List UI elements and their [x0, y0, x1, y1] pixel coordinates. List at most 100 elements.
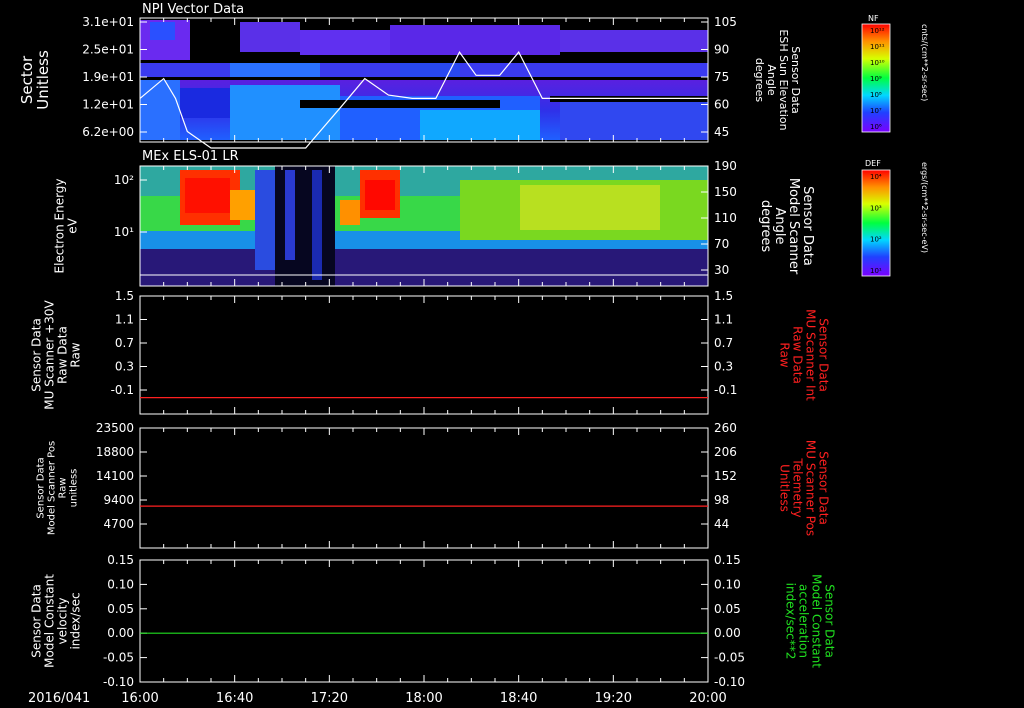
axis-label-line: degrees — [758, 200, 773, 253]
y-tick-label: -0.05 — [714, 651, 745, 665]
y-tick-label: 30 — [714, 263, 729, 277]
axis-label-line: velocity — [56, 598, 70, 645]
axis-label-line: Model Constant — [43, 574, 57, 668]
colorbar-def: DEF 10⁴ 10³ 10² 10¹ ergs/(cm**2-sr-sec-eV) — [861, 159, 929, 277]
panel-npi: NPI Vector Data 3.1e+012.5e+011.9e+011.2… — [18, 2, 802, 149]
axis-label-line: MU Scanner Pos — [804, 440, 818, 536]
panel-line-1: 1.5 1.1 0.7 0.3 -0.1 1.5 1.1 0.7 0.3 -0.1 Sensor D… — [30, 289, 831, 415]
y-tick-label: 0.05 — [714, 602, 741, 616]
right-axis-label: Sensor DataMU Scanner PosTelemetryUnitle… — [778, 440, 831, 536]
time-label: 16:40 — [216, 691, 253, 706]
y-tick-label: 3.1e+01 — [82, 15, 134, 29]
y-tick-label: -0.10 — [714, 675, 745, 689]
colorbar-tick-label: 10³ — [870, 204, 882, 212]
axis-label-line: eV — [66, 217, 80, 233]
line-panels: 1.5 1.1 0.7 0.3 -0.1 1.5 1.1 0.7 0.3 -0.1 Sensor D… — [30, 289, 837, 689]
colorbar-tick-label: 10⁴ — [870, 173, 882, 181]
axis-label-line: Sensor Data — [30, 318, 44, 392]
colorbar-tick-label: 10¹² — [870, 27, 885, 35]
y-tick-label: 0.00 — [714, 626, 741, 640]
axis-label-line: Sensor Data — [36, 457, 47, 518]
y-tick-label: 60 — [714, 98, 729, 112]
y-tick-label: -0.10 — [103, 675, 134, 689]
y-tick-label: 110 — [714, 211, 737, 225]
axis-label-line: Sensor Data — [817, 451, 831, 525]
y-tick-label: 14100 — [96, 469, 134, 483]
colorbar-tick-label: 10¹ — [870, 267, 882, 275]
y-tick-label: -0.1 — [111, 383, 134, 397]
colorbar-tick-label: 10⁶ — [870, 123, 882, 131]
y-tick-label: 1.5 — [115, 289, 134, 303]
time-label: 18:40 — [500, 691, 537, 706]
y-tick-label: 10² — [114, 173, 134, 187]
axis-label-line: Unitless — [778, 464, 792, 512]
colorbar-tick-label: 10¹¹ — [870, 43, 885, 51]
time-label: 17:20 — [311, 691, 348, 706]
time-label: 16:00 — [121, 691, 158, 706]
y-tick-label: 90 — [714, 43, 729, 57]
axis-label-line: index/sec — [69, 592, 83, 649]
npi-heatmap — [140, 18, 708, 142]
colorbar-nf: NF 10¹² 10¹¹ 10¹⁰ 10⁹ 10⁸ 10⁷ 10⁶ cnts/(cm**2-… — [861, 14, 929, 133]
axis-label-line: Sensor Data — [817, 318, 831, 392]
axis-label-line: Model Constant — [810, 574, 824, 668]
y-tick-label: 260 — [714, 421, 737, 435]
y-tick-label: 0.7 — [714, 336, 733, 350]
axis-label-line: acceleration — [797, 584, 811, 658]
axis-label-line: Sensor Data — [800, 186, 815, 266]
y-tick-label: 0.10 — [107, 577, 134, 591]
y-tick-label: 2.5e+01 — [82, 43, 134, 57]
date-label: 2016/041 — [28, 691, 90, 706]
y-tick-label: 0.3 — [714, 360, 733, 374]
left-axis-label: Sensor Data Model Scanner Pos Raw unitless — [36, 441, 80, 535]
y-tick-label: 1.5 — [714, 289, 733, 303]
y-tick-label: 10¹ — [114, 225, 134, 239]
y-tick-label: 150 — [714, 185, 737, 199]
y-tick-label: 0.05 — [107, 602, 134, 616]
plot-stage: NPI Vector Data 3.1e+012.5e+011.9e+011.2… — [18, 2, 929, 706]
panel-els: MEx ELS-01 LR 10² 10¹ 190 150 110 70 30 Elect… — [53, 149, 815, 287]
y-tick-label: 75 — [714, 70, 729, 84]
left-axis-label: Electron Energy eV — [53, 178, 80, 273]
axis-label-line: unitless — [69, 469, 80, 508]
y-tick-label: 0.15 — [107, 553, 134, 567]
y-tick-label: 0.10 — [714, 577, 741, 591]
time-label: 20:00 — [689, 691, 726, 706]
y-tick-label: 45 — [714, 125, 729, 139]
plot-frame — [139, 427, 709, 549]
panel-title: NPI Vector Data — [142, 2, 244, 17]
right-axis-label: Sensor DataModel Constantaccelerationind… — [784, 574, 837, 668]
y-tick-label: 23500 — [96, 421, 134, 435]
axis-label-line: Raw Data — [791, 326, 805, 384]
axis-label-line: Raw — [58, 477, 69, 498]
y-tick-label: 0.3 — [115, 360, 134, 374]
right-axis-label: Sensor DataModel ScannerAngledegrees — [758, 178, 815, 275]
axis-label-line: Raw — [778, 342, 792, 367]
axis-label-line: MU Scanner +30V — [43, 300, 57, 410]
colorbar-title: NF — [868, 14, 879, 23]
left-axis-label: Sensor Data Model Constant velocity index/s… — [30, 574, 83, 668]
time-axis-labels: 16:00 16:40 17:20 18:00 18:40 19:20 20:00 — [121, 691, 726, 706]
y-tick-label: 44 — [714, 517, 729, 531]
axis-label-line: Raw — [69, 342, 83, 367]
axis-label-line: Model Scanner — [786, 178, 801, 275]
axis-label-line: Sensor Data — [823, 584, 837, 658]
axis-label-line: Unitless — [34, 50, 52, 110]
axis-label-line: Telemetry — [791, 457, 805, 517]
y-tick-label: 9400 — [103, 493, 134, 507]
colorbar-unit: ergs/(cm**2-sr-sec-eV) — [920, 162, 929, 253]
colorbar-tick-label: 10⁹ — [870, 75, 882, 83]
y-tick-label: 1.9e+01 — [82, 70, 134, 84]
y-tick-label: 1.1 — [115, 313, 134, 327]
left-axis-ticks: 3.1e+01 2.5e+01 1.9e+01 1.2e+01 6.2e+00 — [82, 15, 147, 139]
y-tick-label: 0.7 — [115, 336, 134, 350]
els-heatmap — [140, 166, 708, 286]
y-tick-label: -0.05 — [103, 651, 134, 665]
axis-label-line: Sensor Data — [30, 584, 44, 658]
colorbar-unit: cnts/(cm**2-sr-sec) — [920, 24, 929, 101]
colorbar-tick-label: 10¹⁰ — [870, 59, 885, 67]
y-tick-label: 0.15 — [714, 553, 741, 567]
axis-label-line: Raw Data — [56, 326, 70, 384]
y-tick-label: 4700 — [103, 517, 134, 531]
time-label: 18:00 — [405, 691, 442, 706]
